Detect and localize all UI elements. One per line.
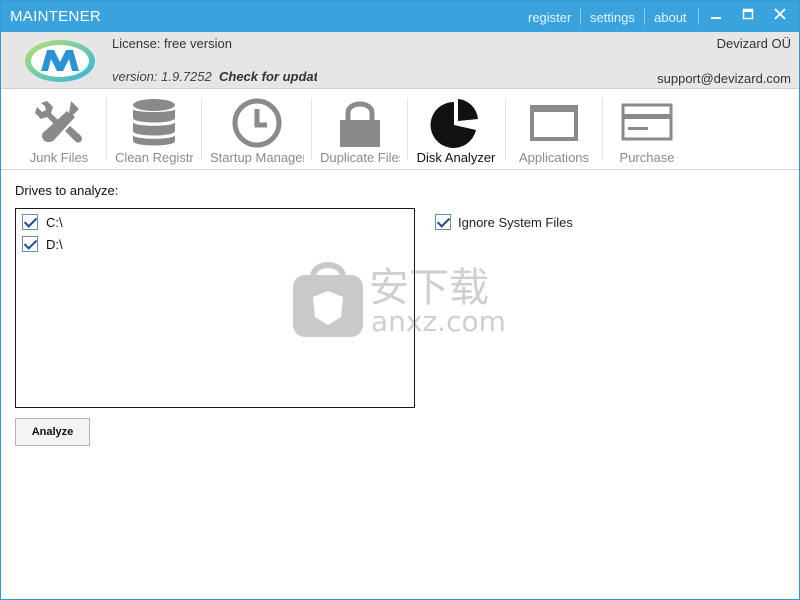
- separator: [201, 98, 202, 160]
- analyze-button[interactable]: Analyze: [15, 418, 90, 446]
- close-icon: [774, 8, 786, 20]
- main-toolbar: Junk Files Clean Registry Startup Manage…: [1, 90, 799, 170]
- separator: [698, 8, 699, 25]
- app-title: MAINTENER: [10, 8, 102, 25]
- clock-icon: [232, 98, 282, 148]
- drives-label: Drives to analyze:: [15, 183, 119, 198]
- lock-icon: [340, 101, 380, 147]
- company-name: Devizard OÜ: [716, 36, 791, 51]
- tool-label: Clean Registry: [115, 150, 193, 165]
- tool-label: Applications: [518, 150, 590, 165]
- tool-clean-registry[interactable]: Clean Registry: [115, 90, 193, 168]
- maximize-icon: [742, 8, 754, 20]
- settings-link[interactable]: settings: [590, 10, 635, 25]
- tool-label: Purchase: [619, 150, 675, 165]
- drive-label: D:\: [46, 236, 63, 252]
- check-updates-link[interactable]: Check for updates: [219, 69, 317, 84]
- license-bar: License: free version version: 1.9.7252 …: [1, 32, 799, 89]
- tool-purchase[interactable]: Purchase: [609, 90, 685, 168]
- separator: [644, 8, 645, 25]
- app-window: MAINTENER register settings about Licens…: [0, 0, 800, 600]
- database-icon: [133, 99, 175, 146]
- about-link[interactable]: about: [654, 10, 687, 25]
- drive-item-c[interactable]: C:\: [22, 213, 63, 231]
- shopping-bag-icon: [293, 262, 363, 337]
- maintener-logo: [25, 40, 95, 82]
- separator: [311, 98, 312, 160]
- register-link[interactable]: register: [528, 10, 571, 25]
- minimize-button[interactable]: [705, 6, 727, 26]
- tool-duplicate-files[interactable]: Duplicate Files: [320, 90, 400, 168]
- tool-startup-manager[interactable]: Startup Manager: [210, 90, 304, 168]
- tool-label: Startup Manager: [210, 150, 304, 165]
- drive-label: C:\: [46, 214, 63, 230]
- tools-icon: [35, 101, 83, 143]
- separator: [602, 98, 603, 160]
- minimize-icon: [711, 17, 721, 19]
- tool-label: Disk Analyzer: [416, 150, 496, 165]
- drive-checkbox[interactable]: [22, 236, 38, 252]
- window-icon: [530, 105, 578, 141]
- close-button[interactable]: [769, 6, 791, 26]
- tool-junk-files[interactable]: Junk Files: [21, 90, 97, 168]
- tool-disk-analyzer[interactable]: Disk Analyzer: [415, 90, 497, 168]
- license-status: License: free version: [112, 36, 232, 51]
- ignore-system-files-checkbox[interactable]: [435, 214, 451, 230]
- tool-label: Junk Files: [29, 150, 89, 165]
- version-text: version: 1.9.7252: [112, 69, 212, 84]
- separator: [505, 98, 506, 160]
- drive-checkbox[interactable]: [22, 214, 38, 230]
- pie-chart-icon: [430, 99, 478, 148]
- tool-applications[interactable]: Applications: [513, 90, 595, 168]
- ignore-system-files-label: Ignore System Files: [458, 214, 573, 230]
- ignore-system-files-option[interactable]: Ignore System Files: [435, 213, 573, 231]
- separator: [580, 8, 581, 25]
- watermark: 安下载 anxz.com: [291, 257, 531, 343]
- separator: [407, 98, 408, 160]
- support-email-link[interactable]: support@devizard.com: [657, 71, 791, 86]
- watermark-url: anxz.com: [371, 305, 506, 338]
- drive-item-d[interactable]: D:\: [22, 235, 63, 253]
- separator: [106, 98, 107, 160]
- maximize-button[interactable]: [737, 6, 759, 26]
- title-bar[interactable]: MAINTENER register settings about: [1, 1, 799, 32]
- card-icon: [621, 103, 673, 141]
- tool-label: Duplicate Files: [320, 150, 400, 165]
